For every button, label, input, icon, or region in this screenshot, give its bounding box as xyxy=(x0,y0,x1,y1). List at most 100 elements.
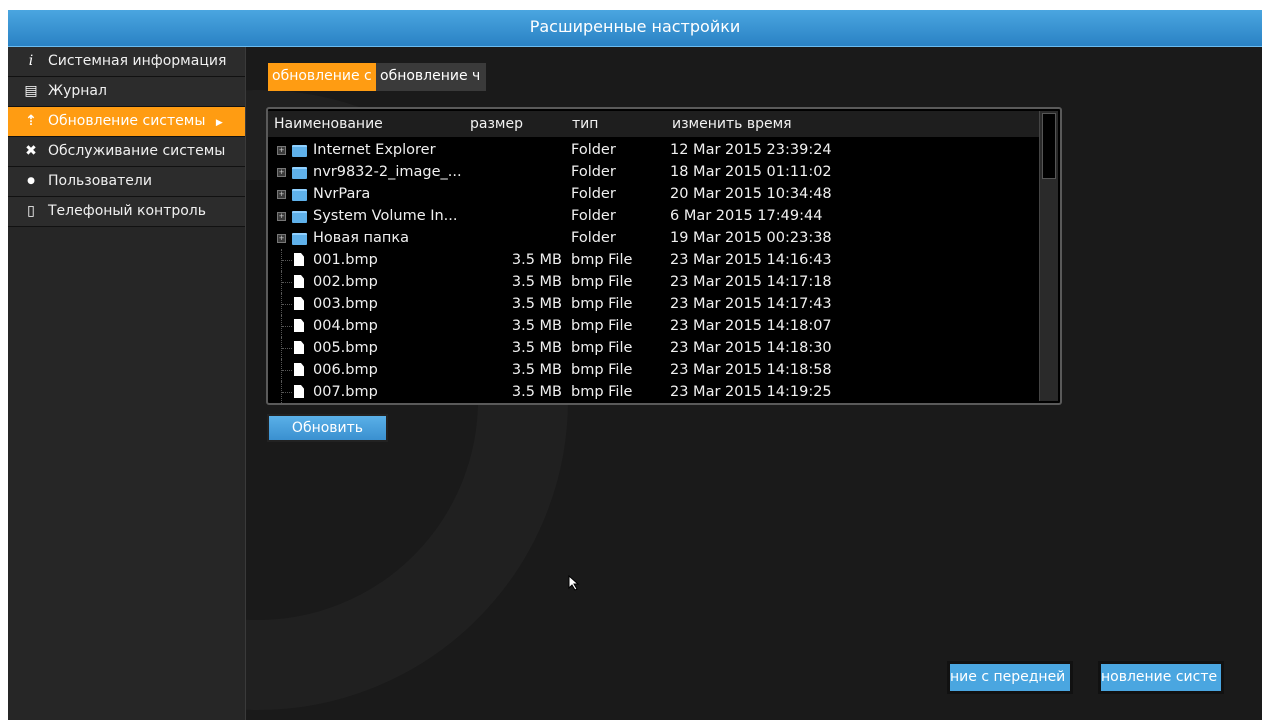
info-icon: i xyxy=(28,53,34,69)
file-browser: Наименование размер тип изменить время +… xyxy=(266,107,1062,405)
expand-icon[interactable]: + xyxy=(277,146,286,155)
expand-icon[interactable]: + xyxy=(277,212,286,221)
sidebar-item-label: Журнал xyxy=(48,83,107,99)
tree-line xyxy=(282,348,292,349)
tree-line xyxy=(282,282,292,283)
table-row[interactable]: + Новая папка Folder 19 Mar 2015 00:23:38 xyxy=(268,227,1040,249)
cell-type: bmp File xyxy=(571,362,633,378)
table-row[interactable]: 005.bmp 3.5 MB bmp File 23 Mar 2015 14:18:3… xyxy=(268,337,1040,359)
cell-type: Folder xyxy=(571,230,616,246)
cell-modified: 23 Mar 2015 14:18:58 xyxy=(670,362,832,378)
refresh-button[interactable]: Обновить xyxy=(267,414,388,442)
folder-icon xyxy=(292,211,307,223)
tree-line xyxy=(282,304,292,305)
window-title: Расширенные настройки xyxy=(8,10,1262,47)
vertical-scrollbar[interactable] xyxy=(1039,111,1058,401)
journal-icon: ▤ xyxy=(24,83,38,99)
cell-modified: 23 Mar 2015 14:19:25 xyxy=(670,384,832,400)
cell-name: 006.bmp xyxy=(313,362,378,378)
table-row[interactable]: 001.bmp 3.5 MB bmp File 23 Mar 2015 14:16:4… xyxy=(268,249,1040,271)
table-row[interactable]: + NvrPara Folder 20 Mar 2015 10:34:48 xyxy=(268,183,1040,205)
cell-name: Новая папка xyxy=(313,230,410,246)
cell-type: bmp File xyxy=(571,274,633,290)
file-icon xyxy=(294,341,304,354)
sidebar-item-system-info[interactable]: i Системная информация xyxy=(8,47,245,77)
file-icon xyxy=(294,275,304,288)
expand-icon[interactable]: + xyxy=(277,234,286,243)
table-row[interactable]: + System Volume In... Folder 6 Mar 2015 17:… xyxy=(268,205,1040,227)
tree-line xyxy=(282,392,292,393)
column-name-header[interactable]: Наименование xyxy=(274,111,383,137)
sidebar: i Системная информация ▤ Журнал ⇡ Обновл… xyxy=(8,47,246,720)
upload-icon: ⇡ xyxy=(25,113,37,129)
table-row[interactable]: 003.bmp 3.5 MB bmp File 23 Mar 2015 14:17:4… xyxy=(268,293,1040,315)
tree-line xyxy=(282,326,292,327)
scrollbar-thumb[interactable] xyxy=(1042,113,1056,179)
cell-type: Folder xyxy=(571,164,616,180)
cell-modified: 18 Mar 2015 01:11:02 xyxy=(670,164,832,180)
cell-name: 002.bmp xyxy=(313,274,378,290)
phone-icon: ▯ xyxy=(27,203,35,219)
sidebar-item-system-update[interactable]: ⇡ Обновление системы ▶ xyxy=(8,107,245,137)
tab-update-from-device[interactable]: обновление с xyxy=(268,63,376,91)
cell-modified: 23 Mar 2015 14:17:43 xyxy=(670,296,832,312)
tools-icon: ✖ xyxy=(25,143,37,159)
cell-size: 3.5 MB xyxy=(511,296,562,312)
cell-size: 3.5 MB xyxy=(511,274,562,290)
table-header: Наименование размер тип изменить время xyxy=(268,111,1040,137)
cell-modified: 23 Mar 2015 14:16:43 xyxy=(670,252,832,268)
chevron-right-icon: ▶ xyxy=(215,118,223,128)
cell-size: 3.5 MB xyxy=(511,318,562,334)
table-row[interactable]: + Internet Explorer Folder 12 Mar 2015 23:3… xyxy=(268,139,1040,161)
cell-name: 005.bmp xyxy=(313,340,378,356)
cell-type: bmp File xyxy=(571,252,633,268)
update-from-front-button[interactable]: ние с передней xyxy=(947,661,1073,694)
file-list: + Internet Explorer Folder 12 Mar 2015 23:3… xyxy=(268,139,1040,403)
cell-size: 3.5 MB xyxy=(511,340,562,356)
table-row[interactable]: + nvr9832-2_image_... Folder 18 Mar 2015 01… xyxy=(268,161,1040,183)
cell-name: 007.bmp xyxy=(313,384,378,400)
sidebar-item-phone-control[interactable]: ▯ Телефоный контроль xyxy=(8,197,245,227)
sidebar-item-maintenance[interactable]: ✖ Обслуживание системы xyxy=(8,137,245,167)
sidebar-item-label: Обновление системы xyxy=(48,113,206,129)
cell-modified: 12 Mar 2015 23:39:24 xyxy=(670,142,832,158)
file-icon xyxy=(294,253,304,266)
cell-modified: 19 Mar 2015 00:23:38 xyxy=(670,230,832,246)
file-icon xyxy=(294,385,304,398)
mouse-cursor-icon xyxy=(568,575,580,591)
sidebar-item-journal[interactable]: ▤ Журнал xyxy=(8,77,245,107)
column-type-header[interactable]: тип xyxy=(572,111,598,137)
settings-window: Расширенные настройки i Системная информ… xyxy=(8,10,1262,720)
column-modified-header[interactable]: изменить время xyxy=(672,111,792,137)
system-update-button[interactable]: новление систе xyxy=(1098,661,1224,694)
file-icon xyxy=(294,363,304,376)
cell-type: bmp File xyxy=(571,384,633,400)
file-icon xyxy=(294,297,304,310)
tab-bar: обновление с обновление ч xyxy=(268,63,486,91)
folder-icon xyxy=(292,145,307,157)
main-panel: обновление с обновление ч Наименование р… xyxy=(246,47,1262,720)
tab-update-other[interactable]: обновление ч xyxy=(376,63,486,91)
tree-line xyxy=(282,260,292,261)
cell-name: NvrPara xyxy=(313,186,371,202)
cell-type: Folder xyxy=(571,208,616,224)
cell-name: 004.bmp xyxy=(313,318,378,334)
cell-name: System Volume In... xyxy=(313,208,458,224)
table-row[interactable]: 006.bmp 3.5 MB bmp File 23 Mar 2015 14:18:5… xyxy=(268,359,1040,381)
cell-name: 001.bmp xyxy=(313,252,378,268)
folder-icon xyxy=(292,167,307,179)
cell-size: 3.5 MB xyxy=(511,362,562,378)
sidebar-item-label: Телефоный контроль xyxy=(48,203,206,219)
table-row[interactable]: 004.bmp 3.5 MB bmp File 23 Mar 2015 14:18:0… xyxy=(268,315,1040,337)
column-size-header[interactable]: размер xyxy=(470,111,523,137)
cell-modified: 6 Mar 2015 17:49:44 xyxy=(670,208,823,224)
sidebar-item-users[interactable]: ● Пользователи xyxy=(8,167,245,197)
cell-modified: 23 Mar 2015 14:18:07 xyxy=(670,318,832,334)
table-row[interactable]: 002.bmp 3.5 MB bmp File 23 Mar 2015 14:17:1… xyxy=(268,271,1040,293)
cell-size: 3.5 MB xyxy=(511,252,562,268)
expand-icon[interactable]: + xyxy=(277,168,286,177)
cell-type: bmp File xyxy=(571,340,633,356)
table-row[interactable]: 007.bmp 3.5 MB bmp File 23 Mar 2015 14:19:2… xyxy=(268,381,1040,403)
sidebar-item-label: Пользователи xyxy=(48,173,152,189)
expand-icon[interactable]: + xyxy=(277,190,286,199)
